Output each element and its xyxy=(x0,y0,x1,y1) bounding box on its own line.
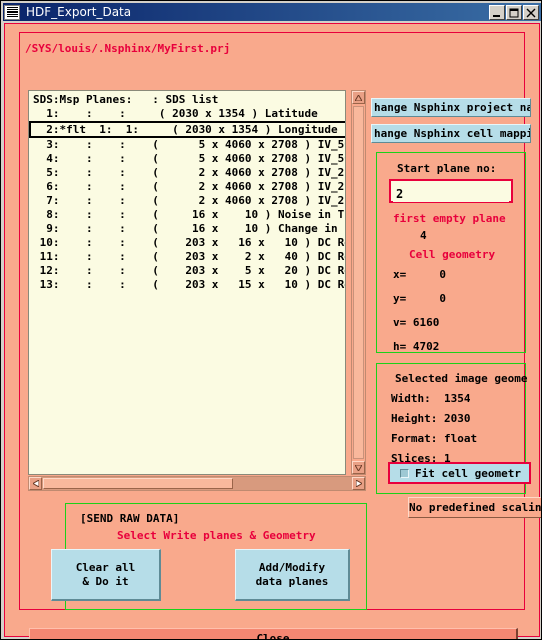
select-write-planes-label: Select Write planes & Geometry xyxy=(117,529,316,542)
scroll-up-button[interactable] xyxy=(352,91,365,104)
triangle-left-icon xyxy=(32,480,39,487)
client-area: /SYS/louis/.Nsphinx/MyFirst.prj SDS:Msp … xyxy=(4,23,541,639)
scroll-left-button[interactable] xyxy=(29,477,42,490)
list-item[interactable]: 7: : : ( 2 x 4060 x 2708 ) IV_250_Ag xyxy=(33,194,345,208)
cell-geometry-label: Cell geometry xyxy=(409,248,496,261)
list-item[interactable]: 4: : : ( 5 x 4060 x 2708 ) IV_500_Re xyxy=(33,152,345,166)
scroll-down-button[interactable] xyxy=(352,461,365,474)
list-horizontal-scrollbar[interactable] xyxy=(28,476,366,491)
list-item[interactable]: 8: : : ( 16 x 10 ) Noise in Thermal xyxy=(33,208,345,222)
triangle-up-icon xyxy=(355,94,362,101)
first-empty-plane-value: 4 xyxy=(420,229,427,242)
list-item[interactable]: 10: : : ( 203 x 16 x 10 ) DC Restor xyxy=(33,236,345,250)
clear-all-line1: Clear all xyxy=(75,560,136,574)
image-format: Format: float xyxy=(391,432,478,445)
list-item[interactable]: 5: : : ( 2 x 4060 x 2708 ) IV_250_Ag xyxy=(33,166,345,180)
clear-all-line2: & Do it xyxy=(82,574,129,588)
clear-all-and-do-it-button[interactable]: Clear all & Do it xyxy=(51,549,161,601)
image-width: Width: 1354 xyxy=(391,392,471,405)
image-geometry-title: Selected image geome xyxy=(395,372,528,385)
start-plane-input[interactable] xyxy=(393,186,509,202)
maximize-button[interactable] xyxy=(506,4,522,20)
window-menu-icon[interactable] xyxy=(4,4,20,20)
list-item[interactable]: 13: : : ( 203 x 15 x 10 ) DC Restor xyxy=(33,278,345,292)
add-modify-line2: data planes xyxy=(255,574,329,588)
window-title: HDF_Export_Data xyxy=(26,5,132,19)
list-item[interactable]: 6: : : ( 2 x 4060 x 2708 ) IV_250_Ag xyxy=(33,180,345,194)
list-vertical-scrollbar[interactable] xyxy=(351,90,366,475)
start-plane-label: Start plane no: xyxy=(397,162,497,175)
list-item[interactable]: 9: : : ( 16 x 10 ) Change in relati xyxy=(33,222,345,236)
title-bar: HDF_Export_Data xyxy=(3,3,541,21)
cell-geometry-v: v= 6160 xyxy=(393,316,440,329)
cell-geometry-x: x= 0 xyxy=(393,268,446,281)
window-controls xyxy=(489,4,539,20)
change-project-name-button[interactable]: hange Nsphinx project nam xyxy=(371,98,531,117)
fit-cell-geometry-checkbox[interactable]: Fit cell geometr xyxy=(388,462,531,484)
list-item-selected[interactable]: 2:*flt 1: 1: ( 2030 x 1354 ) Longitude xyxy=(29,121,345,138)
triangle-down-icon xyxy=(355,464,362,471)
horizontal-scroll-thumb[interactable] xyxy=(43,478,233,489)
close-dialog-button[interactable]: Close xyxy=(29,628,518,639)
change-cell-mapping-button[interactable]: hange Nsphinx cell mappin xyxy=(371,124,531,143)
scroll-right-button[interactable] xyxy=(352,477,365,490)
send-raw-data-title: [SEND RAW DATA] xyxy=(80,512,180,525)
vertical-scroll-trough[interactable] xyxy=(353,106,364,459)
add-modify-line1: Add/Modify xyxy=(258,560,326,574)
cell-geometry-h: h= 4702 xyxy=(393,340,440,353)
minimize-icon xyxy=(493,14,500,17)
maximize-icon xyxy=(509,8,519,17)
fit-cell-geometry-label: Fit cell geometr xyxy=(415,466,521,480)
sds-list[interactable]: SDS:Msp Planes: : SDS list 1: : : ( 2030… xyxy=(28,90,346,475)
checkbox-icon[interactable] xyxy=(400,468,409,478)
sds-list-header: SDS:Msp Planes: : SDS list xyxy=(33,93,219,106)
close-button[interactable] xyxy=(523,4,539,20)
list-item[interactable]: 11: : : ( 203 x 2 x 40 ) DC Restor xyxy=(33,250,345,264)
add-modify-data-planes-button[interactable]: Add/Modify data planes xyxy=(235,549,350,601)
minimize-button[interactable] xyxy=(489,4,505,20)
no-predefined-scaling-button[interactable]: No predefined scaling xyxy=(408,497,541,518)
project-path: /SYS/louis/.Nsphinx/MyFirst.prj xyxy=(25,42,231,55)
list-item[interactable]: 3: : : ( 5 x 4060 x 2708 ) IV_500_Re xyxy=(33,138,345,152)
first-empty-plane-label: first empty plane xyxy=(393,212,506,225)
close-icon xyxy=(526,8,536,17)
triangle-right-icon xyxy=(355,480,362,487)
start-plane-input-wrapper[interactable] xyxy=(389,179,513,203)
image-height: Height: 2030 xyxy=(391,412,471,425)
application-window: HDF_Export_Data /SYS/louis/.Nsphinx/MyFi… xyxy=(0,0,542,640)
cell-geometry-y: y= 0 xyxy=(393,292,446,305)
list-item[interactable]: 12: : : ( 203 x 5 x 20 ) DC Restor xyxy=(33,264,345,278)
list-item[interactable]: 1: : : ( 2030 x 1354 ) Latitude xyxy=(33,107,345,121)
